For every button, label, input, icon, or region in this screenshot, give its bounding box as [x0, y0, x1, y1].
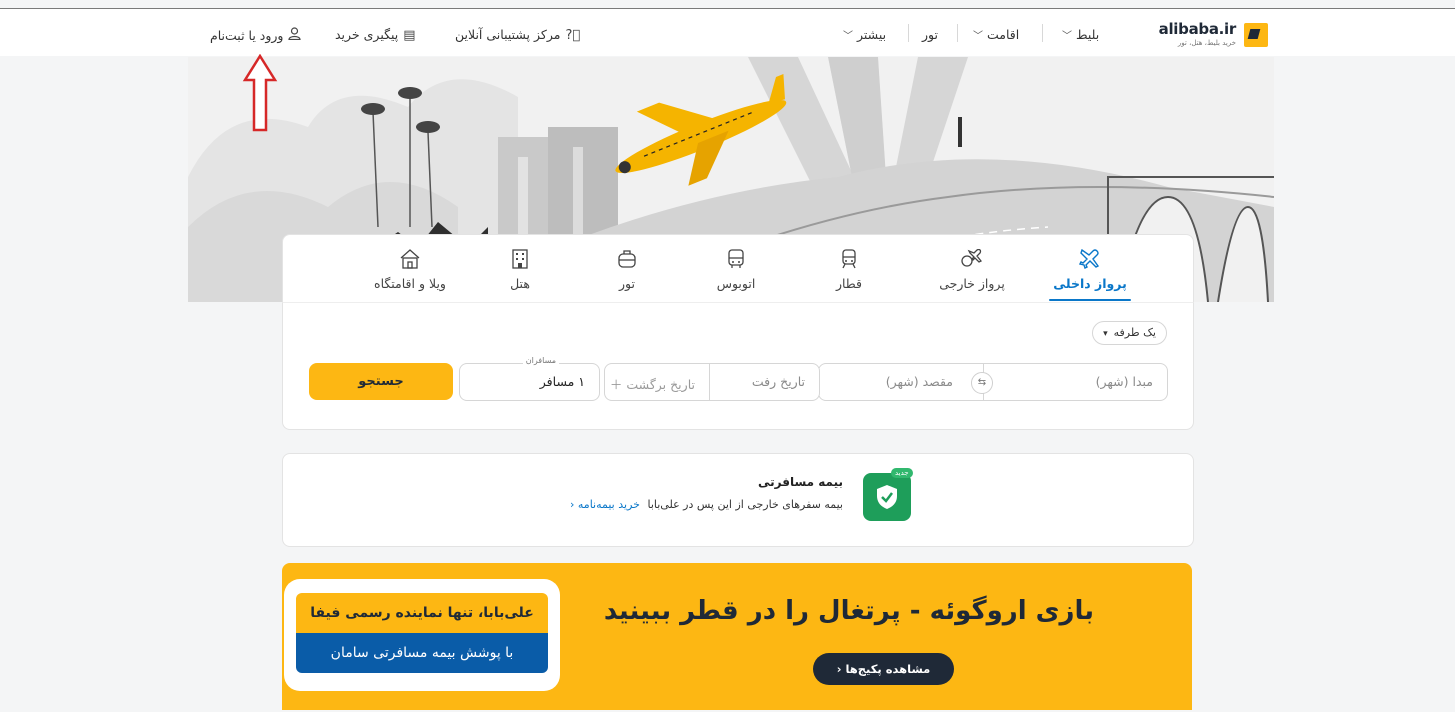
swap-cities-icon[interactable]: ⇆ [971, 372, 993, 394]
user-icon [288, 27, 302, 44]
promo-box-line1: علی‌بابا، تنها نماینده رسمی فیفا [296, 593, 548, 633]
shield-check-icon [863, 473, 911, 521]
hotel-icon [512, 249, 528, 269]
nav-stay-label: اقامت [987, 27, 1020, 42]
tab-bus[interactable]: اتوبوس [681, 235, 791, 303]
chevron-down-icon: ﹀ [843, 31, 853, 42]
plane-domestic-icon [1079, 249, 1100, 269]
tour-icon [618, 250, 636, 268]
logo-mark-icon [1244, 23, 1268, 47]
help-circle-icon: ?⃝ [565, 28, 581, 43]
passengers-input[interactable]: مسافران ۱ مسافر [459, 356, 600, 401]
view-packages-label: مشاهده پکیج‌ها [845, 662, 931, 676]
buy-insurance-label: خرید بیمه‌نامه [577, 498, 640, 511]
nav-tour[interactable]: تور [922, 27, 938, 42]
nav-divider [957, 24, 958, 42]
chevron-down-icon: ▾ [1103, 329, 1108, 339]
chevron-left-icon: ‹ [570, 498, 575, 511]
search-button[interactable]: جستجو [309, 363, 453, 400]
plane-international-icon [961, 249, 983, 267]
receipt-icon: ▤ [403, 28, 416, 43]
nav-more-label: بیشتر [857, 27, 887, 42]
passengers-label: مسافران [522, 356, 559, 365]
view-packages-button[interactable]: مشاهده پکیج‌ها ‹ [813, 653, 954, 685]
tab-label: پرواز داخلی [1053, 276, 1127, 291]
tab-domestic-flight[interactable]: پرواز داخلی [1035, 235, 1145, 303]
return-date-input[interactable]: تاریخ برگشت ＋ [604, 363, 710, 401]
promo-title: بازی اروگوئه - پرتغال را در قطر ببینید [603, 596, 1094, 626]
promo-sponsor-box: علی‌بابا، تنها نماینده رسمی فیفا با پوشش… [284, 579, 560, 691]
plus-icon: ＋ [609, 377, 627, 392]
insurance-title: بیمه مسافرتی [757, 475, 843, 489]
tab-label: تور [619, 276, 635, 291]
fifa-promo-banner[interactable]: بازی اروگوئه - پرتغال را در قطر ببینید م… [282, 563, 1192, 710]
support-label: مرکز پشتیبانی آنلاین [455, 27, 561, 42]
nav-tour-label: تور [922, 27, 938, 42]
tab-label: قطار [835, 276, 863, 291]
tab-label: پرواز خارجی [939, 276, 1005, 291]
alibaba-logo[interactable]: alibaba.ir خرید بلیط، هتل، تور [1158, 20, 1268, 59]
login-button[interactable]: ورود یا ثبت‌نام [210, 27, 302, 44]
chevron-down-icon: ﹀ [1062, 31, 1072, 42]
logo-tagline: خرید بلیط، هتل، تور [1177, 39, 1236, 47]
insurance-description: بیمه سفرهای خارجی از این پس در علی‌بابا [647, 498, 843, 511]
logo-text: alibaba.ir [1158, 20, 1237, 38]
support-link[interactable]: ?⃝ مرکز پشتیبانی آنلاین [455, 27, 580, 43]
login-label: ورود یا ثبت‌نام [210, 28, 284, 43]
flight-search-form: یک طرفه ▾ مبدا (شهر) مقصد (شهر) ⇆ تاریخ ر… [282, 302, 1194, 430]
new-badge: جدید [891, 468, 913, 478]
tab-label: ویلا و اقامتگاه [374, 276, 446, 291]
nav-divider [1042, 24, 1043, 42]
tab-villa[interactable]: ویلا و اقامتگاه [355, 235, 465, 303]
train-icon [842, 249, 856, 269]
return-placeholder: تاریخ برگشت [626, 377, 695, 392]
depart-placeholder: تاریخ رفت [751, 374, 805, 389]
tab-train[interactable]: قطار [794, 235, 904, 303]
chevron-left-icon: ‹ [836, 662, 842, 676]
destination-input[interactable]: مقصد (شهر) [818, 363, 984, 401]
nav-stay[interactable]: اقامت ﹀ [973, 27, 1019, 42]
track-order-link[interactable]: ▤ پیگیری خرید [335, 27, 416, 43]
origin-placeholder: مبدا (شهر) [1095, 374, 1153, 389]
passengers-value: ۱ مسافر [539, 374, 585, 389]
tab-label: هتل [510, 276, 530, 291]
service-tabs: پرواز داخلی پرواز خارجی قطار اتوبوس تور … [282, 234, 1194, 303]
tab-hotel[interactable]: هتل [465, 235, 575, 303]
nav-divider [908, 24, 909, 42]
depart-date-input[interactable]: تاریخ رفت [708, 363, 820, 401]
promo-box-line2: با پوشش بیمه مسافرتی سامان [296, 633, 548, 673]
origin-input[interactable]: مبدا (شهر) [983, 363, 1168, 401]
bus-icon [728, 249, 744, 268]
trip-type-value: یک طرفه [1113, 326, 1156, 339]
nav-ticket[interactable]: بلیط ﹀ [1062, 27, 1099, 42]
tab-international-flight[interactable]: پرواز خارجی [917, 235, 1027, 303]
villa-icon [400, 249, 420, 269]
tab-tour[interactable]: تور [572, 235, 682, 303]
track-label: پیگیری خرید [335, 27, 399, 42]
nav-more[interactable]: بیشتر ﹀ [843, 27, 886, 42]
buy-insurance-link[interactable]: خرید بیمه‌نامه ‹ [570, 498, 640, 511]
annotation-arrow-icon [242, 54, 278, 132]
tab-label: اتوبوس [716, 276, 756, 291]
chevron-down-icon: ﹀ [973, 31, 983, 42]
insurance-card: جدید بیمه مسافرتی بیمه سفرهای خارجی از ا… [282, 453, 1194, 547]
destination-placeholder: مقصد (شهر) [885, 374, 953, 389]
nav-ticket-label: بلیط [1076, 27, 1100, 42]
trip-type-select[interactable]: یک طرفه ▾ [1092, 321, 1167, 345]
